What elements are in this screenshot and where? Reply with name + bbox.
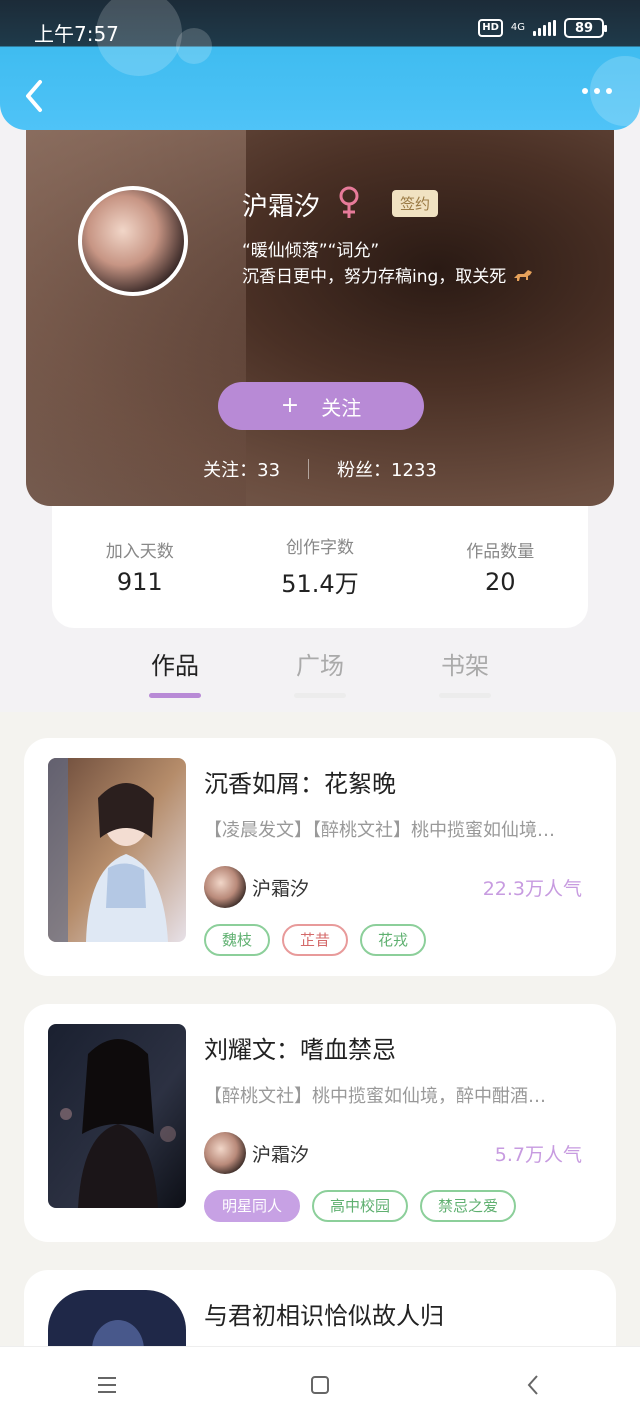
- book-description: 【醉桃文社】桃中揽蜜如仙境，醉中酣酒…: [204, 1086, 546, 1107]
- stats-panel: 加入天数 911 创作字数 51.4万 作品数量 20: [52, 504, 588, 628]
- signal-icon: [533, 20, 556, 36]
- tab-indicator: [439, 693, 491, 698]
- battery-icon: 89: [564, 18, 607, 38]
- nav-home-button[interactable]: [300, 1365, 340, 1405]
- tag[interactable]: 魏枝: [204, 924, 271, 956]
- profile-card: 沪霜汐 签约 “暖仙倾落”“词允” 沉香日更中，努力存稿ing，取关死 + 关注…: [26, 110, 614, 506]
- status-time: 上午7:57: [34, 22, 119, 46]
- tag[interactable]: 高中校园: [312, 1190, 409, 1222]
- chevron-left-icon: [26, 80, 42, 112]
- stat-label: 作品数量: [466, 541, 535, 562]
- hd-icon: HD: [478, 19, 503, 37]
- tab-plaza[interactable]: 广场: [290, 646, 350, 698]
- stat-value: 51.4万: [281, 570, 359, 598]
- network-icon: 4G: [511, 23, 525, 33]
- nav-back-button[interactable]: [513, 1365, 553, 1405]
- decor-bubble: [176, 28, 212, 64]
- battery-level: 89: [574, 20, 594, 36]
- tab-label: 广场: [296, 652, 344, 680]
- follow-stats: 关注：33 粉丝：1233: [26, 456, 614, 482]
- stat-label: 加入天数: [105, 541, 174, 562]
- profile-bio-line2: 沉香日更中，努力存稿ing，取关死: [242, 262, 534, 287]
- stat-value: 20: [484, 567, 516, 596]
- fans-count[interactable]: 粉丝：1233: [337, 456, 437, 482]
- book-cover-image: [48, 1024, 186, 1208]
- follow-button-label: 关注: [321, 395, 362, 420]
- female-icon: [339, 186, 359, 218]
- divider: [308, 459, 310, 479]
- tag[interactable]: 明星同人: [204, 1190, 301, 1222]
- author-name: 沪霜汐: [252, 878, 310, 900]
- book-title: 沉香如屑：花絮晚: [204, 770, 396, 798]
- book-description: 【凌晨发文】【醉桃文社】桃中揽蜜如仙境…: [204, 820, 555, 841]
- stat-value: 911: [116, 567, 163, 596]
- avatar[interactable]: [78, 186, 188, 296]
- stat-join-days: 加入天数 911: [106, 537, 174, 596]
- tab-indicator: [294, 693, 346, 698]
- book-cover-image: [48, 758, 186, 942]
- profile-bio-line1: “暖仙倾落”“词允”: [242, 241, 380, 261]
- book-title: 与君初相识恰似故人归: [204, 1302, 444, 1330]
- author-avatar: [204, 1132, 246, 1174]
- tab-bar: 作品 广场 书架: [0, 640, 640, 710]
- follow-button[interactable]: + 关注: [218, 382, 424, 430]
- network-type: 4G: [510, 22, 525, 33]
- more-dots-icon: [582, 88, 588, 94]
- tab-works[interactable]: 作品: [145, 646, 205, 698]
- back-arrow-icon: [527, 1374, 539, 1395]
- plus-icon: +: [280, 393, 300, 418]
- book-card[interactable]: 沉香如屑：花絮晚 【凌晨发文】【醉桃文社】桃中揽蜜如仙境… 沪霜汐 22.3万人…: [24, 738, 616, 976]
- stat-works-count: 作品数量 20: [466, 537, 534, 596]
- bio-text: 沉香日更中，努力存稿ing，取关死: [242, 267, 507, 287]
- stat-word-count: 创作字数 51.4万: [281, 533, 358, 599]
- popularity: 5.7万人气: [494, 1144, 582, 1166]
- book-card[interactable]: 刘耀文：嗜血禁忌 【醉桃文社】桃中揽蜜如仙境，醉中酣酒… 沪霜汐 5.7万人气 …: [24, 1004, 616, 1242]
- tab-indicator: [149, 693, 201, 698]
- tag[interactable]: 花戎: [360, 924, 427, 956]
- author-name: 沪霜汐: [252, 1144, 310, 1166]
- more-button[interactable]: [582, 88, 612, 94]
- tab-bookshelf[interactable]: 书架: [435, 646, 495, 698]
- horse-icon: [513, 270, 532, 281]
- stat-label: 创作字数: [285, 538, 354, 558]
- signed-badge: 签约: [392, 190, 439, 217]
- tag-list: 明星同人 高中校园 禁忌之爱: [204, 1190, 517, 1222]
- popularity: 22.3万人气: [482, 878, 582, 900]
- tab-label: 书架: [441, 652, 489, 680]
- system-nav-bar: [0, 1346, 640, 1422]
- following-count[interactable]: 关注：33: [203, 456, 280, 482]
- tag[interactable]: 芷昔: [282, 924, 349, 956]
- back-button[interactable]: [20, 76, 52, 116]
- home-square-icon: [310, 1375, 329, 1394]
- menu-icon: [97, 1376, 116, 1393]
- book-title: 刘耀文：嗜血禁忌: [204, 1036, 396, 1064]
- book-cover[interactable]: [48, 758, 186, 942]
- tab-label: 作品: [151, 652, 199, 680]
- profile-nickname: 沪霜汐: [242, 192, 321, 222]
- book-cover[interactable]: [48, 1024, 186, 1208]
- top-header: 上午7:57 HD 4G 89: [0, 0, 640, 130]
- author-avatar: [204, 866, 246, 908]
- tag[interactable]: 禁忌之爱: [420, 1190, 517, 1222]
- nav-menu-button[interactable]: [87, 1365, 127, 1405]
- status-icons: HD 4G 89: [478, 18, 607, 38]
- tag-list: 魏枝 芷昔 花戎: [204, 924, 427, 956]
